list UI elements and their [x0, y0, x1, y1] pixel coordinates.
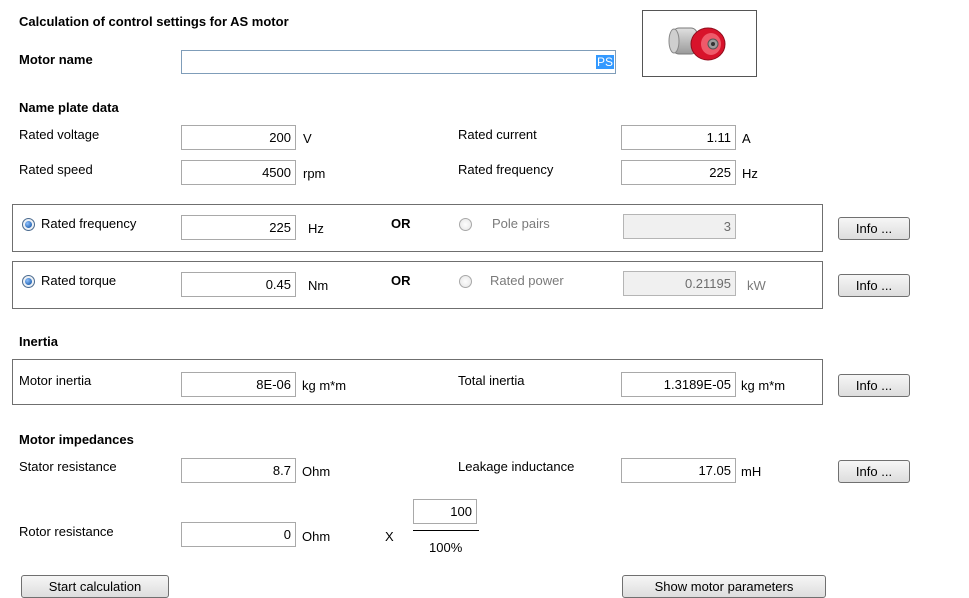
factor-denominator: 100%	[429, 540, 463, 555]
multiply-sign: X	[385, 529, 394, 544]
total-inertia-unit: kg m*m	[741, 378, 786, 393]
frequency-info-button[interactable]: Info ...	[838, 217, 910, 240]
rotor-resistance-unit: Ohm	[302, 529, 331, 544]
rated-torque-radio[interactable]	[22, 275, 35, 288]
rated-current-input[interactable]: 1.11	[621, 125, 736, 150]
total-inertia-label: Total inertia	[458, 373, 525, 388]
leakage-inductance-unit: mH	[741, 464, 762, 479]
impedances-info-button[interactable]: Info ...	[838, 460, 910, 483]
motor-inertia-label: Motor inertia	[19, 373, 92, 388]
rated-power-input[interactable]: 0.21195	[623, 271, 736, 296]
rated-current-label: Rated current	[458, 127, 537, 142]
rated-current-unit: A	[742, 131, 751, 146]
rated-power-radio[interactable]	[459, 275, 472, 288]
leakage-inductance-label: Leakage inductance	[458, 459, 575, 474]
rotor-resistance-input[interactable]: 0	[181, 522, 296, 547]
rated-frequency-option-unit: Hz	[308, 221, 324, 236]
fraction-line	[413, 530, 479, 531]
rated-speed-label: Rated speed	[19, 162, 93, 177]
pole-pairs-radio[interactable]	[459, 218, 472, 231]
motor-name-label: Motor name	[19, 52, 93, 67]
rated-frequency-input[interactable]: 225	[621, 160, 736, 185]
rated-voltage-unit: V	[303, 131, 312, 146]
inertia-info-button[interactable]: Info ...	[838, 374, 910, 397]
total-inertia-input[interactable]: 1.3189E-05	[621, 372, 736, 397]
rated-power-unit: kW	[747, 278, 766, 293]
impedances-heading: Motor impedances	[19, 432, 134, 447]
rated-frequency-radio[interactable]	[22, 218, 35, 231]
stator-resistance-input[interactable]: 8.7	[181, 458, 296, 483]
rated-frequency-label: Rated frequency	[458, 162, 554, 177]
rated-frequency-option-label: Rated frequency	[41, 216, 137, 231]
rated-voltage-input[interactable]: 200	[181, 125, 296, 150]
rotor-resistance-label: Rotor resistance	[19, 524, 114, 539]
start-calculation-button[interactable]: Start calculation	[21, 575, 169, 598]
leakage-inductance-input[interactable]: 17.05	[621, 458, 736, 483]
motor-inertia-unit: kg m*m	[302, 378, 347, 393]
show-motor-parameters-button[interactable]: Show motor parameters	[622, 575, 826, 598]
rated-speed-input[interactable]: 4500	[181, 160, 296, 185]
motor-icon	[668, 27, 726, 61]
nameplate-heading: Name plate data	[19, 100, 119, 115]
rated-torque-input[interactable]: 0.45	[181, 272, 296, 297]
pole-pairs-label: Pole pairs	[492, 216, 550, 231]
page-title: Calculation of control settings for AS m…	[19, 14, 289, 29]
ime-indicator: PS	[595, 55, 614, 69]
torque-info-button[interactable]: Info ...	[838, 274, 910, 297]
motor-name-input[interactable]: PS	[181, 50, 616, 74]
rotor-factor-input[interactable]: 100	[413, 499, 477, 524]
inertia-heading: Inertia	[19, 334, 59, 349]
motor-inertia-input[interactable]: 8E-06	[181, 372, 296, 397]
rated-frequency-unit: Hz	[742, 166, 758, 181]
rated-power-label: Rated power	[490, 273, 564, 288]
rated-voltage-label: Rated voltage	[19, 127, 100, 142]
rated-torque-label: Rated torque	[41, 273, 117, 288]
rated-frequency-option-input[interactable]: 225	[181, 215, 296, 240]
pole-pairs-input[interactable]: 3	[623, 214, 736, 239]
or-label-2: OR	[391, 273, 411, 288]
or-label-1: OR	[391, 216, 411, 231]
rated-speed-unit: rpm	[303, 166, 326, 181]
stator-resistance-unit: Ohm	[302, 464, 331, 479]
rated-torque-unit: Nm	[308, 278, 329, 293]
motor-image-frame	[642, 10, 757, 77]
stator-resistance-label: Stator resistance	[19, 459, 117, 474]
